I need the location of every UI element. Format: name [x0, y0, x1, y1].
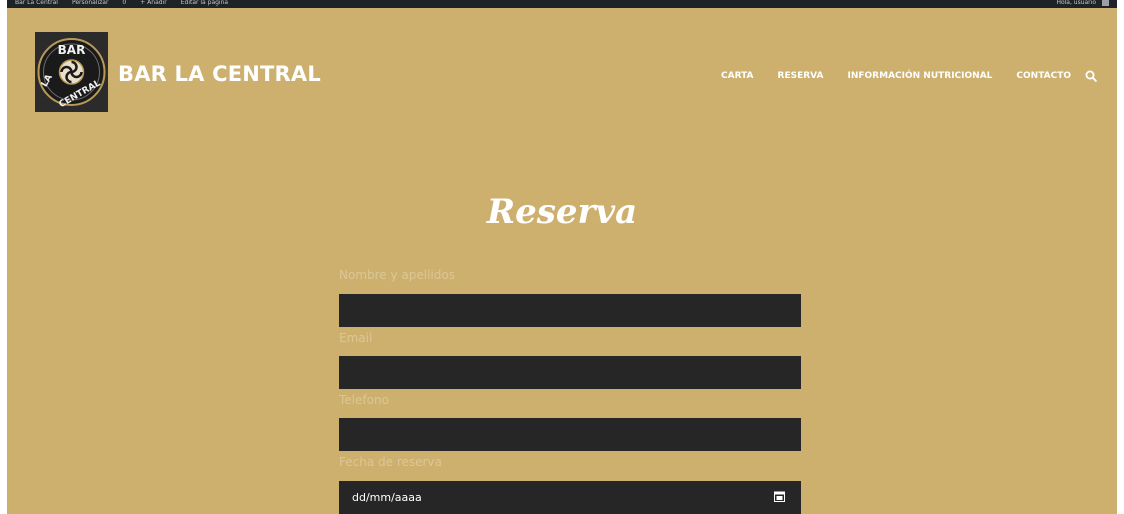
nav-item-reserva[interactable]: RESERVA: [778, 71, 824, 81]
site-title[interactable]: BAR LA CENTRAL: [118, 62, 321, 86]
page-title: Reserva: [486, 192, 638, 232]
nav-item-carta[interactable]: CARTA: [721, 71, 754, 81]
calendar-icon[interactable]: [774, 491, 785, 502]
date-label: Fecha de reserva: [339, 455, 442, 469]
admin-bar-customize-link[interactable]: Personalizar: [72, 0, 108, 6]
logo-emblem-icon: BAR LA CENTRAL: [35, 32, 108, 112]
date-field-value: dd/mm/aaaa: [352, 491, 422, 504]
phone-field[interactable]: [339, 418, 801, 451]
admin-bar-greeting[interactable]: Hola, usuario: [1056, 0, 1096, 6]
admin-bar-new-link[interactable]: + Añadir: [140, 0, 166, 6]
admin-bar-edit-page-link[interactable]: Editar la página: [181, 0, 228, 6]
name-label: Nombre y apellidos: [339, 268, 455, 282]
main-navigation: CARTA RESERVA INFORMACIÓN NUTRICIONAL CO…: [697, 70, 1097, 82]
admin-bar-right: Hola, usuario: [1056, 0, 1109, 6]
svg-text:BAR: BAR: [58, 43, 86, 57]
admin-bar: Bar La Central Personalizar 0 + Añadir E…: [7, 0, 1117, 8]
search-icon[interactable]: [1085, 70, 1097, 82]
admin-bar-left: Bar La Central Personalizar 0 + Añadir E…: [15, 0, 228, 6]
email-label: Email: [339, 331, 373, 345]
admin-bar-site-link[interactable]: Bar La Central: [15, 0, 58, 6]
nav-item-contacto[interactable]: CONTACTO: [1016, 71, 1071, 81]
page-viewport: Bar La Central Personalizar 0 + Añadir E…: [7, 0, 1117, 514]
name-field[interactable]: [339, 294, 801, 327]
phone-label: Telefono: [339, 393, 389, 407]
site-logo[interactable]: BAR LA CENTRAL: [35, 32, 108, 112]
admin-bar-comments-count[interactable]: 0: [122, 0, 126, 6]
nav-item-informacion-nutricional[interactable]: INFORMACIÓN NUTRICIONAL: [848, 71, 993, 81]
admin-bar-avatar[interactable]: [1102, 0, 1109, 6]
reservation-date-field[interactable]: dd/mm/aaaa: [339, 481, 801, 514]
email-field[interactable]: [339, 356, 801, 389]
